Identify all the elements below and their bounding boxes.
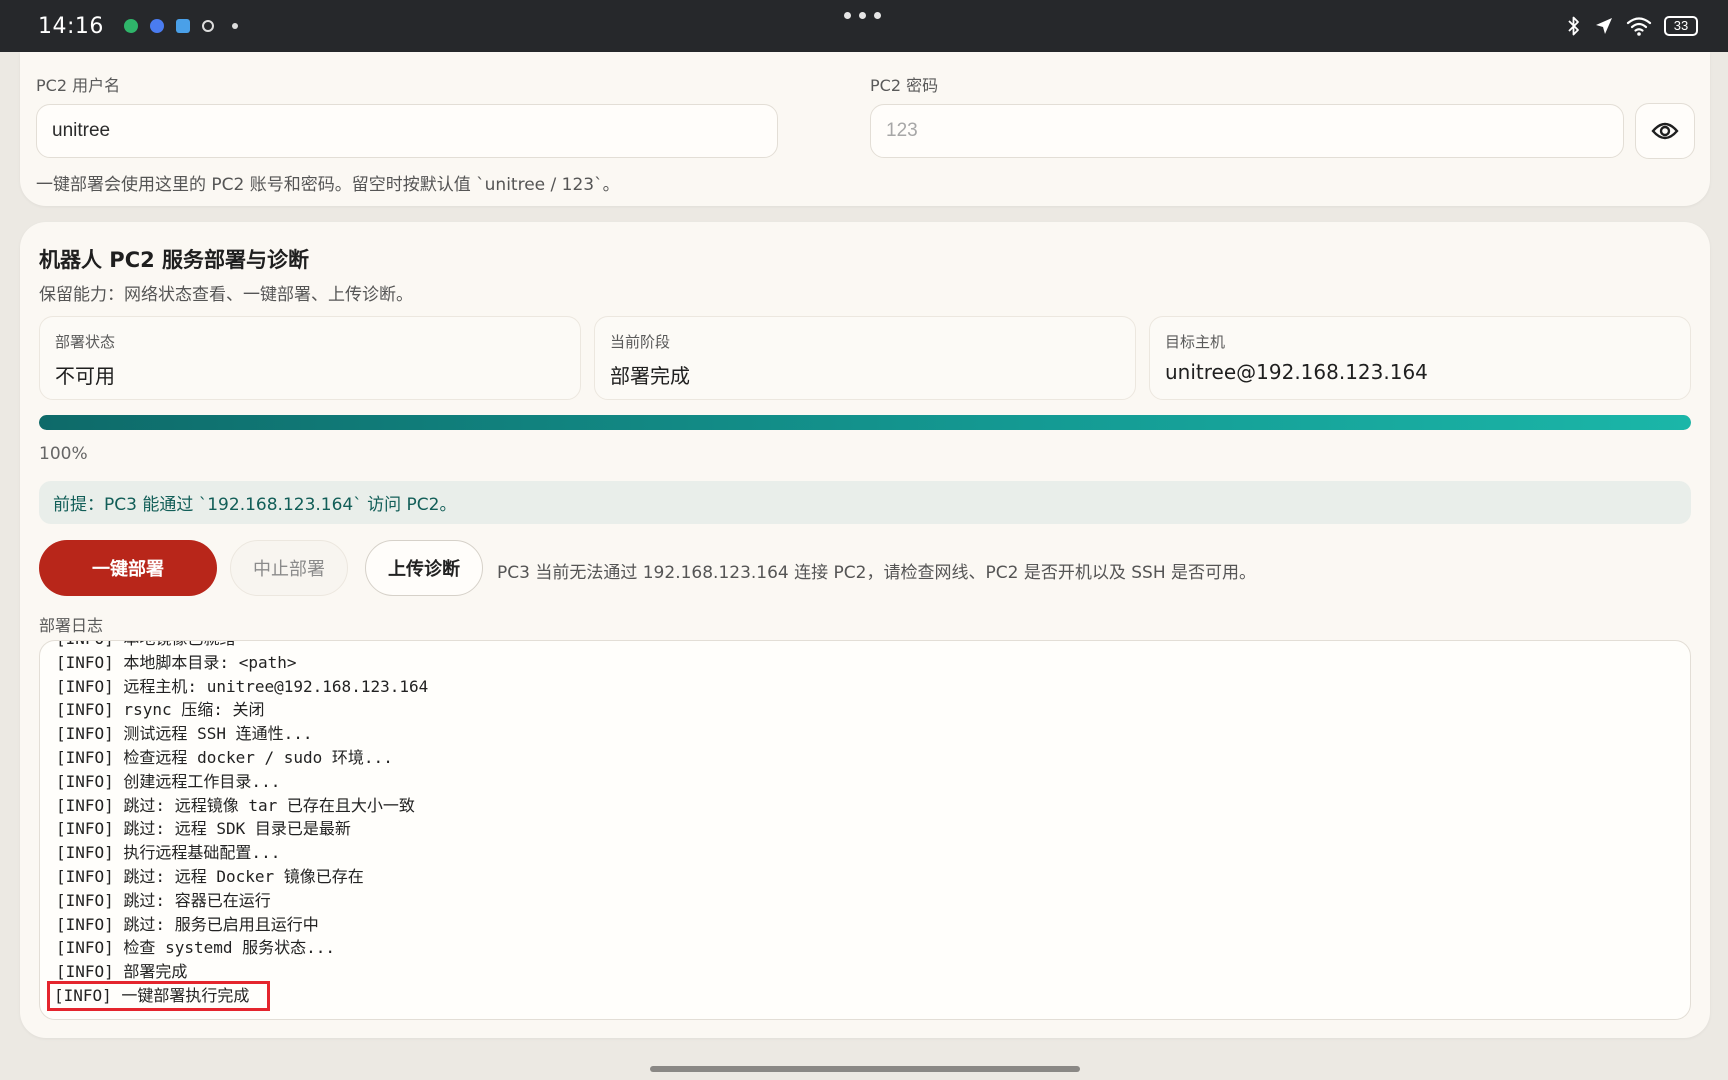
log-line-text: [INFO] 测试远程 SSH 连通性... — [56, 724, 313, 744]
stat-current-stage: 当前阶段 部署完成 — [594, 316, 1136, 400]
log-line: [INFO] 跳过: 容器已在运行 — [56, 889, 428, 913]
log-line-text: [INFO] 跳过: 容器已在运行 — [56, 890, 271, 910]
log-line: [INFO] 跳过: 远程镜像 tar 已存在且大小一致 — [56, 794, 428, 818]
password-input[interactable]: 123 — [870, 104, 1624, 158]
credentials-card: PC2 用户名 unitree PC2 密码 123 一键部署会使用这里的 PC… — [20, 52, 1710, 206]
log-line-text: [INFO] 远程主机: unitree@192.168.123.164 — [56, 676, 429, 696]
log-line: [INFO] 远程主机: unitree@192.168.123.164 — [56, 675, 428, 699]
log-line: [INFO] 跳过: 服务已启用且运行中 — [56, 913, 428, 937]
deploy-progress-bar — [39, 415, 1691, 430]
stat-value: unitree@192.168.123.164 — [1165, 360, 1428, 384]
wifi-icon — [1626, 17, 1652, 36]
log-line: [INFO] 执行远程基础配置... — [56, 841, 428, 865]
log-line: [INFO] 本地镜像已就绪 — [56, 641, 428, 651]
password-label: PC2 密码 — [870, 76, 939, 95]
log-line-text: [INFO] 跳过: 远程镜像 tar 已存在且大小一致 — [56, 795, 415, 815]
stat-deploy-status: 部署状态 不可用 — [39, 316, 581, 400]
log-line-text: [INFO] 本地镜像已就绪 — [56, 641, 235, 648]
deploy-log-label: 部署日志 — [39, 616, 104, 635]
password-placeholder: 123 — [886, 120, 918, 141]
log-line: [INFO] 一键部署执行完成 — [46, 980, 428, 1011]
battery-indicator: 33 — [1664, 16, 1698, 36]
notice-text: 前提：PC3 能通过 `192.168.123.164` 访问 PC2。 — [53, 495, 457, 515]
log-line: [INFO] 检查远程 docker / sudo 环境... — [56, 746, 428, 770]
log-line-text: [INFO] 检查远程 docker / sudo 环境... — [56, 747, 393, 767]
status-bar: 14:16 33 — [0, 0, 1728, 52]
status-bar-right: 33 — [1566, 15, 1698, 37]
log-line-highlighted: [INFO] 一键部署执行完成 — [46, 980, 271, 1011]
log-line-text: [INFO] 本地脚本目录: <path> — [56, 652, 297, 672]
upload-diagnostics-button[interactable]: 上传诊断 — [365, 540, 483, 596]
abort-deploy-button[interactable]: 中止部署 — [230, 540, 348, 596]
log-line-text: [INFO] rsync 压缩: 关闭 — [56, 700, 265, 720]
stat-label: 部署状态 — [55, 333, 116, 351]
log-line: [INFO] 检查 systemd 服务状态... — [56, 936, 428, 960]
credentials-hint: 一键部署会使用这里的 PC2 账号和密码。留空时按默认值 `unitree / … — [36, 175, 620, 195]
username-value: unitree — [52, 120, 111, 141]
one-click-deploy-button[interactable]: 一键部署 — [39, 540, 217, 596]
notification-app-icon — [175, 19, 190, 33]
status-bar-left: 14:16 — [38, 14, 238, 39]
page-subtitle: 保留能力：网络状态查看、一键部署、上传诊断。 — [39, 285, 413, 305]
stat-value: 不可用 — [55, 364, 115, 388]
username-input[interactable]: unitree — [36, 104, 778, 158]
eye-icon — [1651, 122, 1679, 140]
log-lines: [INFO] 本地镜像已就绪 [INFO] 本地脚本目录: <path> [INFO… — [46, 641, 428, 1011]
log-line: [INFO] 创建远程工作目录... — [56, 770, 428, 794]
progress-fill — [39, 415, 1691, 430]
stat-label: 目标主机 — [1165, 333, 1226, 351]
log-line-text: [INFO] 跳过: 服务已启用且运行中 — [56, 914, 319, 934]
page-title: 机器人 PC2 服务部署与诊断 — [39, 248, 310, 272]
bluetooth-icon — [1568, 16, 1579, 36]
log-line-text: [INFO] 检查 systemd 服务状态... — [56, 938, 336, 958]
notification-app-icon — [123, 19, 138, 33]
stat-label: 当前阶段 — [610, 333, 671, 351]
log-line: [INFO] 本地脚本目录: <path> — [56, 651, 428, 675]
log-line: [INFO] 跳过: 远程 SDK 目录已是最新 — [56, 817, 428, 841]
toggle-password-visibility-button[interactable] — [1635, 103, 1695, 159]
stat-value: 部署完成 — [610, 364, 690, 388]
username-label: PC2 用户名 — [36, 76, 121, 95]
log-line-text: [INFO] 跳过: 远程 SDK 目录已是最新 — [56, 819, 351, 839]
more-notifications-icon — [231, 23, 238, 29]
notification-app-icon — [149, 19, 164, 33]
prerequisite-notice: 前提：PC3 能通过 `192.168.123.164` 访问 PC2。 — [39, 481, 1691, 524]
log-line-text: [INFO] 跳过: 远程 Docker 镜像已存在 — [56, 866, 364, 886]
log-line: [INFO] 部署完成 — [56, 960, 428, 984]
status-time: 14:16 — [38, 13, 104, 39]
log-line: [INFO] rsync 压缩: 关闭 — [56, 698, 428, 722]
deploy-card: 机器人 PC2 服务部署与诊断 保留能力：网络状态查看、一键部署、上传诊断。 部… — [20, 222, 1710, 1038]
location-icon — [1596, 18, 1612, 34]
log-line: [INFO] 测试远程 SSH 连通性... — [56, 722, 428, 746]
log-line-text: [INFO] 部署完成 — [56, 962, 188, 982]
stat-target-host: 目标主机 unitree@192.168.123.164 — [1149, 316, 1691, 400]
log-line-text: [INFO] 执行远程基础配置... — [56, 843, 281, 863]
home-indicator[interactable] — [650, 1066, 1080, 1072]
sync-icon — [201, 20, 214, 32]
multitask-dots-icon[interactable] — [844, 12, 881, 19]
log-line-text: [INFO] 创建远程工作目录... — [56, 771, 281, 791]
deploy-log-panel[interactable]: [INFO] 本地镜像已就绪 [INFO] 本地脚本目录: <path> [INFO… — [39, 640, 1691, 1020]
progress-percent: 100% — [39, 444, 88, 464]
connection-error-message: PC3 当前无法通过 192.168.123.164 连接 PC2，请检查网线、… — [497, 563, 1257, 583]
log-line: [INFO] 跳过: 远程 Docker 镜像已存在 — [56, 865, 428, 889]
